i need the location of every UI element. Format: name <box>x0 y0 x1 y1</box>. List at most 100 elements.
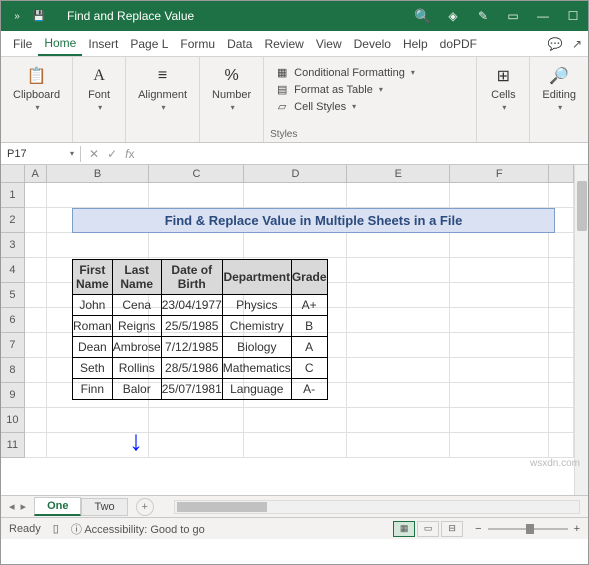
zoom-in-icon[interactable]: + <box>574 523 580 535</box>
tab-file[interactable]: File <box>7 33 38 55</box>
scroll-thumb[interactable] <box>577 181 587 231</box>
table-cell[interactable]: Chemistry <box>222 316 291 337</box>
table-cell[interactable]: 23/04/1977 <box>161 295 222 316</box>
cell[interactable] <box>25 308 47 333</box>
row-header[interactable]: 2 <box>1 208 25 233</box>
row-header[interactable]: 1 <box>1 183 25 208</box>
table-header[interactable]: Last Name <box>112 260 161 295</box>
tab-insert[interactable]: Insert <box>82 33 124 55</box>
cell[interactable] <box>347 333 450 358</box>
column-header[interactable]: B <box>47 165 150 182</box>
page-break-view-icon[interactable]: ⊟ <box>441 521 463 537</box>
cell[interactable] <box>149 408 244 433</box>
cell[interactable] <box>347 183 450 208</box>
column-header[interactable]: D <box>244 165 347 182</box>
cell[interactable] <box>149 233 244 258</box>
cell[interactable] <box>25 233 47 258</box>
cell[interactable] <box>25 408 47 433</box>
table-cell[interactable]: Reigns <box>112 316 161 337</box>
cell[interactable] <box>25 333 47 358</box>
row-header[interactable]: 10 <box>1 408 25 433</box>
table-cell[interactable]: Cena <box>112 295 161 316</box>
table-cell[interactable]: Roman <box>73 316 113 337</box>
cell[interactable] <box>25 258 47 283</box>
tab-help[interactable]: Help <box>397 33 434 55</box>
column-header[interactable]: E <box>347 165 450 182</box>
minimize-icon[interactable]: — <box>528 1 558 31</box>
row-header[interactable]: 4 <box>1 258 25 283</box>
table-cell[interactable]: 7/12/1985 <box>161 337 222 358</box>
table-cell[interactable]: A- <box>291 379 327 400</box>
table-header[interactable]: Grade <box>291 260 327 295</box>
horizontal-scrollbar[interactable] <box>174 500 580 514</box>
cells-button[interactable]: ⊞ Cells ▾ <box>483 61 523 116</box>
enter-icon[interactable]: ✓ <box>107 147 117 161</box>
scroll-thumb[interactable] <box>177 502 267 512</box>
cell[interactable] <box>149 183 244 208</box>
accessibility-status[interactable]: ⓘ Accessibility: Good to go <box>71 521 205 537</box>
normal-view-icon[interactable]: ▦ <box>393 521 415 537</box>
save-icon[interactable]: 💾 <box>31 8 47 24</box>
table-cell[interactable]: C <box>291 358 327 379</box>
table-cell[interactable]: Ambrose <box>112 337 161 358</box>
table-header[interactable]: Department <box>222 260 291 295</box>
cell[interactable] <box>25 183 47 208</box>
autosave-icon[interactable]: » <box>9 8 25 24</box>
row-header[interactable]: 7 <box>1 333 25 358</box>
row-header[interactable]: 9 <box>1 383 25 408</box>
clipboard-button[interactable]: 📋 Clipboard ▾ <box>7 61 66 116</box>
cell[interactable] <box>347 433 450 458</box>
page-layout-view-icon[interactable]: ▭ <box>417 521 439 537</box>
cancel-icon[interactable]: ✕ <box>89 147 99 161</box>
diamond-icon[interactable]: ◈ <box>438 1 468 31</box>
table-cell[interactable]: Language <box>222 379 291 400</box>
cell[interactable] <box>450 358 549 383</box>
table-cell[interactable]: A+ <box>291 295 327 316</box>
cell-styles-button[interactable]: ▱ Cell Styles ▾ <box>270 99 470 114</box>
table-cell[interactable]: Balor <box>112 379 161 400</box>
table-cell[interactable]: 25/5/1985 <box>161 316 222 337</box>
table-cell[interactable]: Rollins <box>112 358 161 379</box>
table-cell[interactable]: 25/07/1981 <box>161 379 222 400</box>
select-all-corner[interactable] <box>1 165 25 182</box>
column-header[interactable]: F <box>450 165 549 182</box>
name-box[interactable]: P17 ▾ <box>1 146 81 162</box>
cell[interactable] <box>347 308 450 333</box>
cell[interactable] <box>347 408 450 433</box>
cell[interactable] <box>450 333 549 358</box>
cell[interactable] <box>450 183 549 208</box>
table-cell[interactable]: B <box>291 316 327 337</box>
cell[interactable] <box>450 233 549 258</box>
tab-review[interactable]: Review <box>258 33 309 55</box>
tab-formulas[interactable]: Formu <box>174 33 221 55</box>
zoom-out-icon[interactable]: − <box>475 523 481 535</box>
zoom-slider[interactable] <box>488 528 568 530</box>
tab-data[interactable]: Data <box>221 33 258 55</box>
row-header[interactable]: 11 <box>1 433 25 458</box>
share-icon[interactable]: ↗ <box>566 37 588 51</box>
cell[interactable] <box>25 358 47 383</box>
cell[interactable] <box>25 283 47 308</box>
sheet-tab-two[interactable]: Two <box>81 498 127 516</box>
alignment-button[interactable]: ≡ Alignment ▾ <box>132 61 193 116</box>
sheet-tab-one[interactable]: One <box>34 497 81 516</box>
row-header[interactable]: 5 <box>1 283 25 308</box>
macro-record-icon[interactable]: ▯ <box>53 522 59 535</box>
table-cell[interactable]: Dean <box>73 337 113 358</box>
tab-nav-next-icon[interactable]: ▸ <box>21 500 27 513</box>
cell[interactable] <box>450 258 549 283</box>
cell[interactable] <box>47 183 150 208</box>
cell[interactable] <box>25 208 47 233</box>
pen-icon[interactable]: ✎ <box>468 1 498 31</box>
number-button[interactable]: % Number ▾ <box>206 61 257 116</box>
format-as-table-button[interactable]: ▤ Format as Table ▾ <box>270 82 470 97</box>
table-cell[interactable]: A <box>291 337 327 358</box>
tab-nav-prev-icon[interactable]: ◂ <box>9 500 15 513</box>
data-table[interactable]: First NameLast NameDate of BirthDepartme… <box>72 259 328 400</box>
cell[interactable] <box>347 283 450 308</box>
zoom-control[interactable]: − + <box>475 523 580 535</box>
table-cell[interactable]: 28/5/1986 <box>161 358 222 379</box>
table-cell[interactable]: Physics <box>222 295 291 316</box>
cell[interactable] <box>244 408 347 433</box>
table-cell[interactable]: Mathematics <box>222 358 291 379</box>
